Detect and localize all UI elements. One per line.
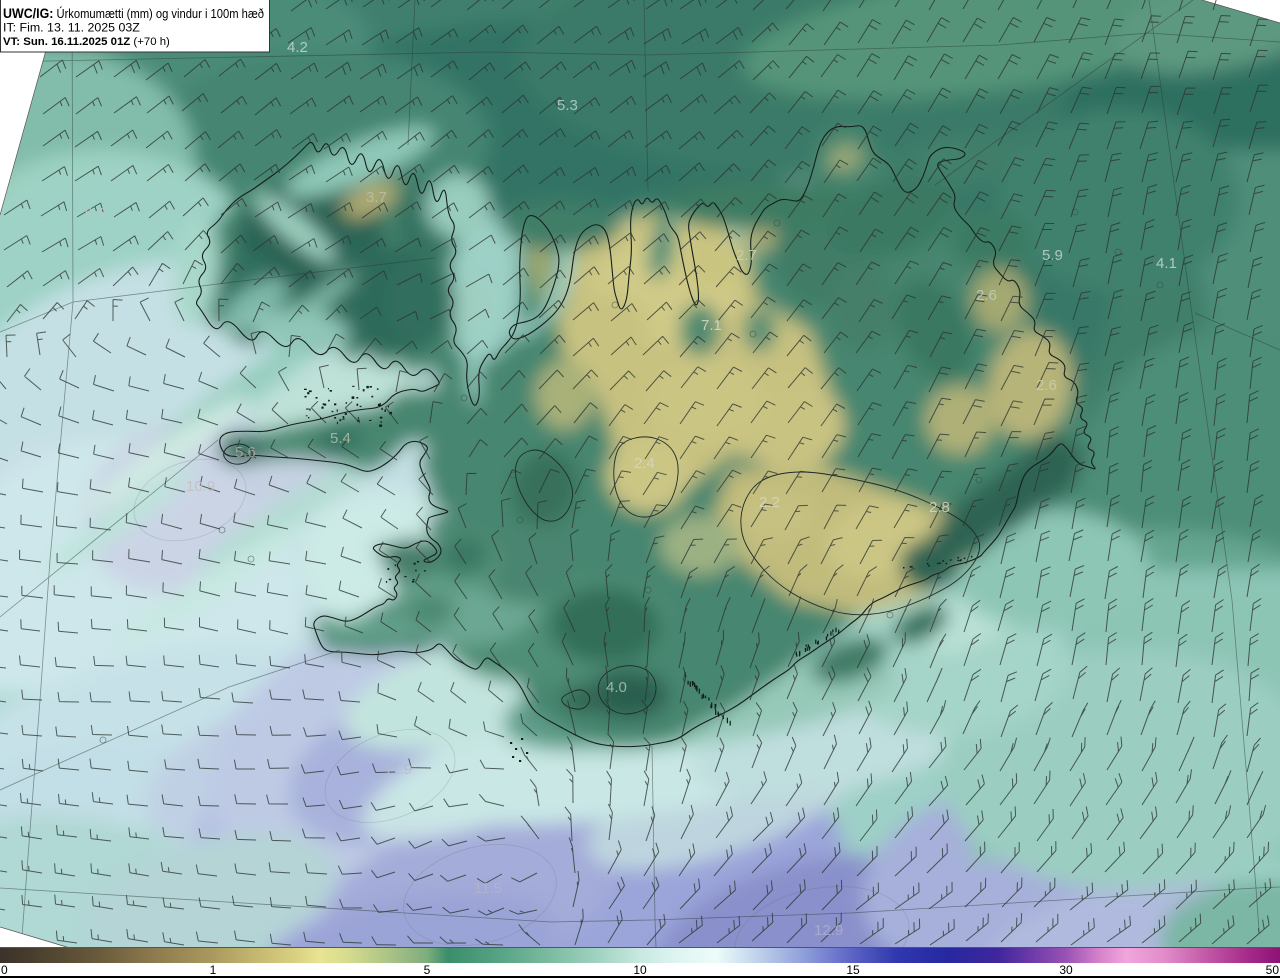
svg-text:2.7: 2.7 — [736, 247, 757, 264]
svg-text:5.9: 5.9 — [1042, 247, 1063, 264]
svg-text:11.9: 11.9 — [384, 761, 412, 778]
svg-text:2.6: 2.6 — [1036, 377, 1057, 394]
svg-text:10.9: 10.9 — [186, 478, 215, 495]
svg-text:0: 0 — [1, 963, 8, 977]
svg-text:7.1: 7.1 — [701, 317, 722, 334]
svg-text:5.3: 5.3 — [557, 97, 578, 114]
svg-text:4.0: 4.0 — [606, 679, 627, 696]
svg-text:5: 5 — [424, 963, 431, 977]
svg-text:9.2: 9.2 — [85, 205, 106, 222]
svg-text:2.2: 2.2 — [759, 494, 780, 511]
svg-text:IT: Fim. 13. 11. 2025 03Z: IT: Fim. 13. 11. 2025 03Z — [3, 21, 140, 35]
svg-text:10: 10 — [633, 963, 647, 977]
svg-text:12.9: 12.9 — [814, 922, 843, 939]
svg-text:5.6: 5.6 — [235, 444, 256, 461]
svg-text:VT: Sun. 16.11.2025 01Z (+70 h: VT: Sun. 16.11.2025 01Z (+70 h) — [3, 36, 170, 48]
svg-text:1: 1 — [210, 963, 217, 977]
svg-text:UWC/IG: Úrkomumætti (mm) og vi: UWC/IG: Úrkomumætti (mm) og vindur i 100… — [3, 5, 264, 21]
svg-text:2.4: 2.4 — [634, 455, 655, 472]
svg-text:30: 30 — [1059, 963, 1073, 977]
svg-text:4.1: 4.1 — [1156, 255, 1177, 272]
svg-text:5.4: 5.4 — [330, 430, 351, 447]
svg-text:15: 15 — [846, 963, 860, 977]
svg-text:50: 50 — [1266, 963, 1280, 977]
svg-text:2.8: 2.8 — [929, 499, 950, 516]
svg-text:11.5: 11.5 — [474, 880, 502, 897]
svg-text:3.7: 3.7 — [366, 189, 387, 206]
svg-text:4.2: 4.2 — [287, 39, 308, 56]
svg-text:2.6: 2.6 — [976, 287, 997, 304]
